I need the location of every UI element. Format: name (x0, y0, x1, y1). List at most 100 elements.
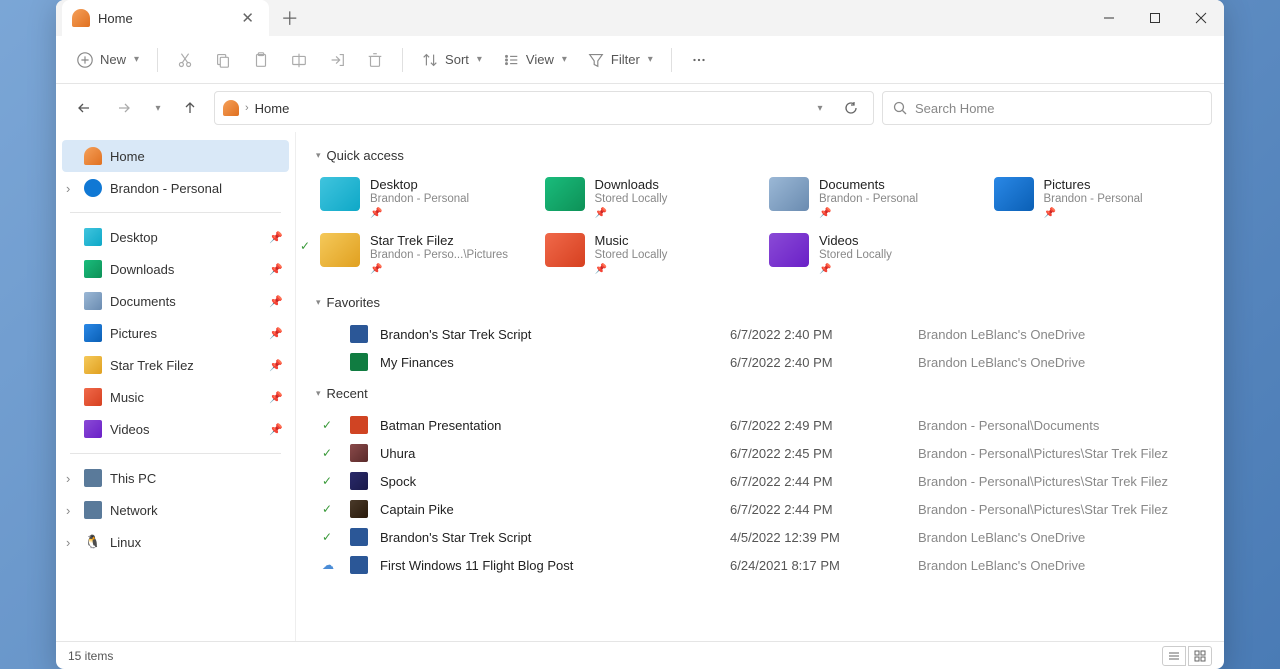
recent-file[interactable]: ☁First Windows 11 Flight Blog Post6/24/2… (316, 551, 1204, 579)
quick-access-pictures[interactable]: PicturesBrandon - Personal📌 (990, 173, 1205, 223)
quick-access-music[interactable]: MusicStored Locally📌 (541, 229, 756, 279)
folder-icon (320, 177, 360, 211)
close-button[interactable] (1178, 0, 1224, 36)
view-button[interactable]: View▾ (494, 42, 575, 78)
icons-view-button[interactable] (1188, 646, 1212, 666)
recent-file[interactable]: ✓Batman Presentation6/7/2022 2:49 PMBran… (316, 411, 1204, 439)
recent-file[interactable]: ✓Brandon's Star Trek Script4/5/2022 12:3… (316, 523, 1204, 551)
search-input[interactable]: Search Home (882, 91, 1212, 125)
file-type-icon (350, 353, 368, 371)
tab-title: Home (98, 11, 133, 26)
delete-button[interactable] (358, 42, 392, 78)
recent-dropdown[interactable]: ▾ (148, 92, 166, 124)
maximize-button[interactable] (1132, 0, 1178, 36)
sort-button[interactable]: Sort▾ (413, 42, 490, 78)
new-button[interactable]: New▾ (68, 42, 147, 78)
quick-access-videos[interactable]: VideosStored Locally📌 (765, 229, 980, 279)
forward-button[interactable] (108, 92, 140, 124)
sidebar-personal[interactable]: Brandon - Personal (56, 172, 295, 204)
sidebar-item-network[interactable]: Network (56, 494, 295, 526)
chevron-down-icon: ▾ (316, 297, 321, 308)
favorite-file[interactable]: Brandon's Star Trek Script6/7/2022 2:40 … (316, 320, 1204, 348)
folder-icon (769, 177, 809, 211)
quick-access-star-trek-filez[interactable]: ✓Star Trek FilezBrandon - Perso...\Pictu… (316, 229, 531, 279)
file-type-icon (350, 556, 368, 574)
section-quick-access[interactable]: ▾Quick access (316, 148, 1204, 163)
sidebar-item-this-pc[interactable]: This PC (56, 462, 295, 494)
sidebar-item-documents[interactable]: Documents📌 (56, 285, 295, 317)
section-recent[interactable]: ▾Recent (316, 386, 1204, 401)
folder-icon (545, 233, 585, 267)
folder-icon (84, 324, 102, 342)
file-type-icon (350, 500, 368, 518)
paste-button[interactable] (244, 42, 278, 78)
folder-icon (84, 388, 102, 406)
folder-icon (84, 260, 102, 278)
pin-icon: 📌 (269, 391, 283, 404)
folder-icon (84, 228, 102, 246)
filter-button[interactable]: Filter▾ (579, 42, 661, 78)
sidebar-home[interactable]: Home (62, 140, 289, 172)
up-button[interactable] (174, 92, 206, 124)
sync-status-icon: ☁ (322, 558, 342, 572)
file-type-icon (350, 416, 368, 434)
search-placeholder: Search Home (915, 101, 994, 116)
folder-icon (84, 356, 102, 374)
sidebar-item-videos[interactable]: Videos📌 (56, 413, 295, 445)
nav-bar: ▾ › Home ▾ Search Home (56, 84, 1224, 132)
command-toolbar: New▾ Sort▾ View▾ Filter▾ (56, 36, 1224, 84)
refresh-button[interactable] (837, 94, 865, 122)
section-favorites[interactable]: ▾Favorites (316, 295, 1204, 310)
drive-icon (84, 469, 102, 487)
file-explorer-window: Home ✕ ＋ New▾ Sort▾ View▾ Filter▾ ▾ (56, 0, 1224, 669)
separator (70, 453, 281, 454)
quick-access-desktop[interactable]: DesktopBrandon - Personal📌 (316, 173, 531, 223)
pin-icon: 📌 (269, 231, 283, 244)
address-dropdown[interactable]: ▾ (805, 94, 833, 122)
folder-icon (545, 177, 585, 211)
chevron-down-icon: ▾ (477, 54, 482, 65)
pin-icon: 📌 (819, 208, 918, 219)
pin-icon: 📌 (370, 264, 508, 275)
sidebar-item-music[interactable]: Music📌 (56, 381, 295, 413)
file-type-icon (350, 472, 368, 490)
back-button[interactable] (68, 92, 100, 124)
separator (70, 212, 281, 213)
file-type-icon (350, 444, 368, 462)
recent-file[interactable]: ✓Spock6/7/2022 2:44 PMBrandon - Personal… (316, 467, 1204, 495)
rename-button[interactable] (282, 42, 316, 78)
home-icon (84, 147, 102, 165)
folder-icon (84, 292, 102, 310)
drive-icon (84, 501, 102, 519)
sidebar-item-pictures[interactable]: Pictures📌 (56, 317, 295, 349)
sync-status-icon: ✓ (322, 418, 342, 432)
address-bar[interactable]: › Home ▾ (214, 91, 874, 125)
sidebar-item-star-trek-filez[interactable]: Star Trek Filez📌 (56, 349, 295, 381)
folder-icon (994, 177, 1034, 211)
chevron-down-icon: ▾ (562, 54, 567, 65)
pin-icon: 📌 (595, 264, 668, 275)
tab-home[interactable]: Home ✕ (62, 0, 269, 36)
new-tab-button[interactable]: ＋ (275, 3, 305, 33)
recent-file[interactable]: ✓Uhura6/7/2022 2:45 PMBrandon - Personal… (316, 439, 1204, 467)
quick-access-documents[interactable]: DocumentsBrandon - Personal📌 (765, 173, 980, 223)
home-icon (72, 9, 90, 27)
copy-button[interactable] (206, 42, 240, 78)
sidebar-item-downloads[interactable]: Downloads📌 (56, 253, 295, 285)
favorite-file[interactable]: My Finances6/7/2022 2:40 PMBrandon LeBla… (316, 348, 1204, 376)
tab-close-button[interactable]: ✕ (241, 11, 255, 25)
sidebar-item-linux[interactable]: 🐧Linux (56, 526, 295, 558)
details-view-button[interactable] (1162, 646, 1186, 666)
quick-access-downloads[interactable]: DownloadsStored Locally📌 (541, 173, 756, 223)
onedrive-icon (84, 179, 102, 197)
sidebar-item-desktop[interactable]: Desktop📌 (56, 221, 295, 253)
minimize-button[interactable] (1086, 0, 1132, 36)
share-button[interactable] (320, 42, 354, 78)
pin-icon: 📌 (269, 263, 283, 276)
chevron-down-icon: ▾ (316, 388, 321, 399)
pin-icon: 📌 (269, 327, 283, 340)
cut-button[interactable] (168, 42, 202, 78)
recent-file[interactable]: ✓Captain Pike6/7/2022 2:44 PMBrandon - P… (316, 495, 1204, 523)
pin-icon: 📌 (269, 359, 283, 372)
more-button[interactable] (682, 42, 716, 78)
